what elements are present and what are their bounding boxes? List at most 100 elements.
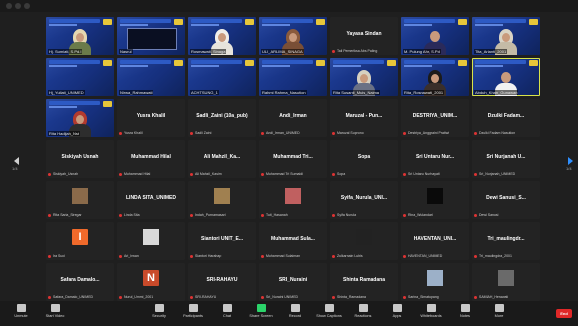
- participant-tile[interactable]: Abduh_Khan_Gunawan: [472, 58, 540, 96]
- participant-tile[interactable]: Rita Saria_Siregar: [46, 181, 114, 219]
- participant-tile[interactable]: Yayasa Sindan Tali Pemeriksa Abs Paling: [330, 17, 398, 55]
- participant-tile[interactable]: M. Pulung Ahr, S.Pd: [401, 17, 469, 55]
- participant-tile[interactable]: Rina_Wulandari: [401, 181, 469, 219]
- participant-tile[interactable]: SRI_Nuraini Sri_Nuraini UNIMED: [259, 263, 327, 301]
- toolbar-show-captions-button[interactable]: Show Captions: [312, 304, 346, 319]
- previous-page-arrow-icon[interactable]: [14, 157, 19, 165]
- participant-tile[interactable]: Indah_Purnamasari: [188, 181, 256, 219]
- toolbar-reactions-button[interactable]: Reactions: [346, 304, 380, 319]
- participant-tile[interactable]: SRI-RAHAYU SRI-RAHAYU: [188, 263, 256, 301]
- participant-name-label: Yusra Khalil: [124, 131, 143, 135]
- participant-tile[interactable]: Rosmawati, Sinaga: [188, 17, 256, 55]
- participant-tile[interactable]: Tri_maulingdr... Tri_maulingdra_2001: [472, 222, 540, 260]
- virtual-background-subtitle: [404, 24, 432, 26]
- participant-tile[interactable]: ULI_ARLIMA_SINAGA: [259, 17, 327, 55]
- toolbar-whiteboards-button[interactable]: Whiteboards: [414, 304, 448, 319]
- muted-microphone-icon: [403, 255, 406, 258]
- window-maximize-icon[interactable]: [24, 3, 30, 9]
- participant-avatar: [143, 229, 159, 245]
- toolbar-unmute-button[interactable]: Unmute: [4, 304, 38, 319]
- participant-tile[interactable]: Sarina_Simatupang: [401, 263, 469, 301]
- institution-logo-icon: [245, 60, 254, 66]
- participant-name-label: Rita Saria_Siregar: [53, 213, 82, 217]
- toolbar-start-video-button[interactable]: Start Video: [38, 304, 72, 319]
- toolbar-chat-button[interactable]: Chat: [210, 304, 244, 319]
- meeting-top-bar: [0, 0, 578, 12]
- participant-tile[interactable]: Dzulki Fadam... Dzulki Fadam Nasution: [472, 99, 540, 137]
- participant-name-label: ULI_ARLIMA_SINAGA: [261, 49, 304, 54]
- toolbar-apps-button[interactable]: Apps: [380, 304, 414, 319]
- participant-tile[interactable]: Tita_Arianti_2001: [472, 17, 540, 55]
- muted-microphone-icon: [332, 296, 335, 299]
- participant-tile[interactable]: ACHTSUNG_1: [188, 58, 256, 96]
- participant-tile[interactable]: LINDA SITA_UNIMED Linda Sita: [117, 181, 185, 219]
- toolbar-record-button[interactable]: Record: [278, 304, 312, 319]
- participant-tile[interactable]: Muhammad Hilal Muhammad Hilal: [117, 140, 185, 178]
- participant-tile[interactable]: SAMIAH_Herawati: [472, 263, 540, 301]
- participant-name-label: Rita_Rosnawati_2001: [403, 90, 445, 95]
- participant-tile[interactable]: Muhammad Sula... Muhammad Sulaiman: [259, 222, 327, 260]
- toolbar-notes-button[interactable]: Notes: [448, 304, 482, 319]
- window-minimize-icon[interactable]: [15, 3, 21, 9]
- muted-microphone-icon: [332, 173, 335, 176]
- toolbar-item-label: Start Video: [45, 314, 65, 318]
- toolbar-security-button[interactable]: Security: [142, 304, 176, 319]
- participant-tile[interactable]: Sadli_Zaini (10a_pub) Sadli Zaini: [188, 99, 256, 137]
- face-shape: [431, 74, 439, 83]
- participant-tile[interactable]: Sri Untaru Nur... Sri Untaru Nurhayati: [401, 140, 469, 178]
- participant-tile[interactable]: Ari_Irwan: [117, 222, 185, 260]
- virtual-background-banner: [262, 60, 313, 64]
- participant-tile[interactable]: Siantori UNIT_E... Siantori Harahap: [188, 222, 256, 260]
- participant-tile[interactable]: Siskiyah Usnah Siskiyah_Usnah: [46, 140, 114, 178]
- participant-tile[interactable]: Muhammad Tri... Muhammad Tri Sumaidi: [259, 140, 327, 178]
- participant-tile[interactable]: Ali Mahzil_Ka... Ali Mahzil_Kasim: [188, 140, 256, 178]
- participant-tile[interactable]: Hj_Yuliati_UNIMED: [46, 58, 114, 96]
- participant-display-name: Siantori UNIT_E...: [201, 236, 243, 242]
- participant-name-label: Nirwa_Rahmawati: [119, 90, 154, 95]
- virtual-background-banner: [49, 101, 100, 105]
- participant-tile[interactable]: Yusra Khalil Yusra Khalil: [117, 99, 185, 137]
- toolbar-more-button[interactable]: More: [482, 304, 516, 319]
- virtual-background-subtitle: [475, 24, 503, 26]
- muted-microphone-icon: [403, 214, 406, 217]
- participant-tile[interactable]: DESTRIYA_UNIM... Destriya_Anggraini Prati…: [401, 99, 469, 137]
- record-icon: [290, 304, 300, 312]
- face-shape: [76, 115, 84, 124]
- participant-name-label: Destriya_Anggraini Pratiwi: [408, 131, 450, 135]
- participant-tile[interactable]: Nasrul: [117, 17, 185, 55]
- window-close-icon[interactable]: [6, 3, 12, 9]
- participant-name-label: Shinta_Ramadana: [337, 295, 366, 299]
- participant-tile[interactable]: Tuti_Hasanah: [259, 181, 327, 219]
- participant-tile[interactable]: HAVENTAN_UNI... HAVENTAN_UNIMED: [401, 222, 469, 260]
- participant-name-label: Ari_Irwan: [124, 254, 139, 258]
- participant-tile[interactable]: Rita_Rosnawati_2001: [401, 58, 469, 96]
- participant-tile[interactable]: Maruzal - Pun... Maruzal Suprono: [330, 99, 398, 137]
- participant-tile[interactable]: Rahmi Rahma_Nasution: [259, 58, 327, 96]
- participant-display-name: Yusra Khalil: [136, 113, 166, 119]
- toolbar-item-label: Show Captions: [316, 314, 342, 318]
- participant-tile[interactable]: Sopa Sopa: [330, 140, 398, 178]
- share-screen-icon: [256, 304, 266, 312]
- participant-tile[interactable]: N Nurul_Ummi_2001: [117, 263, 185, 301]
- participant-tile[interactable]: Rita Hadijah_Nst: [46, 99, 114, 137]
- toolbar-participants-button[interactable]: Participants: [176, 304, 210, 319]
- participant-tile[interactable]: Sri Nurjanah U... Sri_Nurjanah_UNIMED: [472, 140, 540, 178]
- participant-name-label: Muhammad Tri Sumaidi: [266, 172, 303, 176]
- participant-tile[interactable]: Hj. Sumiati, S.Pd.I: [46, 17, 114, 55]
- participant-tile[interactable]: Safara Damalo... Safara_Damalo_UNIMED: [46, 263, 114, 301]
- toolbar-share-screen-button[interactable]: Share Screen: [244, 304, 278, 319]
- participant-tile[interactable]: Dewi Sanusi_S... Dewi Sanusi: [472, 181, 540, 219]
- participant-tile[interactable]: Zulkarnain Lubis: [330, 222, 398, 260]
- participant-tile[interactable]: Syifa_Nurula_UNI... Syifa Nurula: [330, 181, 398, 219]
- participant-tile[interactable]: Rita Susanti_Muis_Naima: [330, 58, 398, 96]
- participant-name-label: Zulkarnain Lubis: [337, 254, 363, 258]
- participant-tile[interactable]: Andi_Irman Andi_Irman_UNIMED: [259, 99, 327, 137]
- reactions-icon: [358, 304, 368, 312]
- participant-tile[interactable]: I Ira Suci: [46, 222, 114, 260]
- participant-tile[interactable]: Nirwa_Rahmawati: [117, 58, 185, 96]
- next-page-arrow-icon[interactable]: [568, 157, 573, 165]
- muted-microphone-icon: [332, 132, 335, 135]
- participant-tile[interactable]: Shinta Ramadana Shinta_Ramadana: [330, 263, 398, 301]
- end-meeting-button[interactable]: End: [556, 309, 572, 318]
- participant-display-name: SRI-RAHAYU: [206, 277, 238, 283]
